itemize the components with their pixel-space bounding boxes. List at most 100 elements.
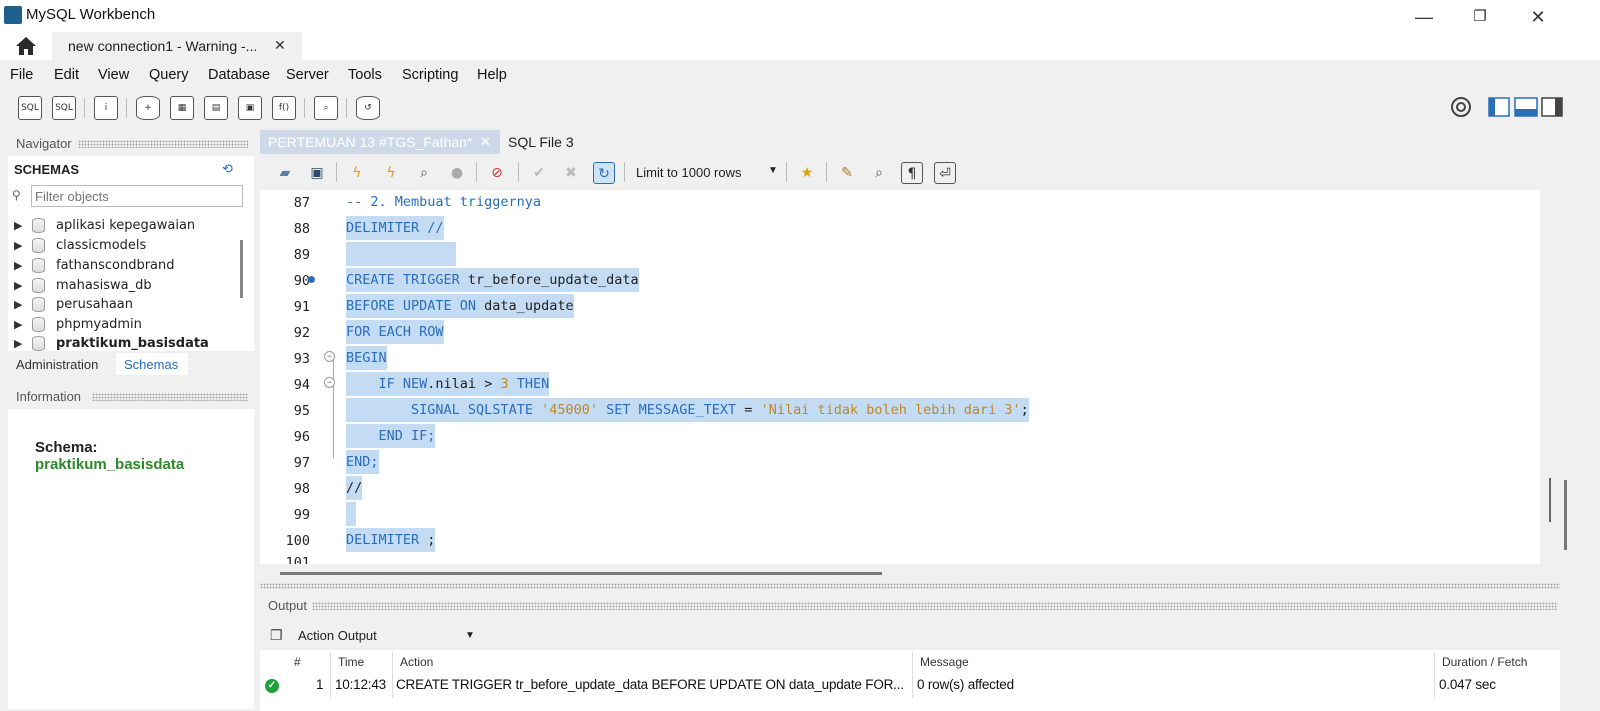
toggle-continue-on-error-icon[interactable]: ⊘ — [486, 162, 508, 184]
horizontal-scroll-thumb[interactable] — [280, 572, 882, 575]
menu-database[interactable]: Database — [208, 67, 270, 83]
code-line[interactable]: DELIMITER ; — [346, 528, 436, 552]
row-time[interactable]: 10:12:43 — [335, 677, 386, 692]
copy-icon[interactable]: ❐ — [270, 627, 283, 644]
editor-scroll-thumb[interactable] — [1549, 478, 1551, 522]
rollback-icon[interactable]: ✖ — [560, 162, 582, 184]
create-function-icon[interactable]: f() — [272, 96, 296, 120]
inspector-icon[interactable]: i — [94, 96, 118, 120]
code-line[interactable]: -- 2. Membuat triggernya — [346, 190, 541, 214]
expand-arrow-icon[interactable]: ▶ — [14, 337, 22, 350]
beautify-icon[interactable]: ✎ — [836, 162, 858, 184]
menu-help[interactable]: Help — [477, 67, 507, 83]
expand-arrow-icon[interactable]: ▶ — [14, 279, 22, 292]
toggle-output-icon[interactable] — [1514, 96, 1538, 118]
schema-item-aplikasi-kepegawaian[interactable]: ▶ aplikasi kepegawaian — [14, 217, 240, 237]
menu-edit[interactable]: Edit — [54, 67, 79, 83]
settings-icon[interactable] — [1450, 96, 1472, 118]
fold-toggle-icon[interactable]: − — [324, 351, 335, 362]
menu-scripting[interactable]: Scripting — [402, 67, 458, 83]
execute-icon[interactable]: ϟ — [346, 162, 368, 184]
schema-item-phpmyadmin[interactable]: ▶ phpmyadmin — [14, 316, 240, 336]
navigator-grip[interactable] — [78, 140, 248, 148]
minimize-button[interactable]: — — [1404, 4, 1444, 30]
row-message[interactable]: 0 row(s) affected — [917, 677, 1014, 692]
toggle-secondary-sidebar-icon[interactable] — [1541, 96, 1563, 118]
menu-server[interactable]: Server — [286, 67, 329, 83]
word-wrap-icon[interactable]: ⏎ — [934, 162, 956, 184]
create-table-icon[interactable]: ▦ — [170, 96, 194, 120]
schema-item-fathanscondbrand[interactable]: ▶ fathanscondbrand — [14, 257, 240, 277]
column-divider[interactable] — [912, 652, 913, 698]
panel-scroll-thumb[interactable] — [1564, 480, 1567, 550]
schemas-scrollbar[interactable] — [240, 240, 243, 298]
close-window-button[interactable]: ✕ — [1518, 4, 1558, 30]
code-line[interactable]: SIGNAL SQLSTATE '45000' SET MESSAGE_TEXT… — [346, 398, 1029, 422]
create-view-icon[interactable]: ▤ — [204, 96, 228, 120]
limit-rows-select[interactable]: Limit to 1000 rows — [636, 165, 742, 180]
menu-view[interactable]: View — [98, 67, 129, 83]
save-icon[interactable]: ▣ — [306, 162, 328, 184]
menu-file[interactable]: File — [10, 67, 33, 83]
create-procedure-icon[interactable]: ▣ — [238, 96, 262, 120]
code-line[interactable]: DELIMITER // — [346, 216, 444, 240]
code-line[interactable]: IF NEW.nilai > 3 THEN — [346, 372, 550, 396]
row-number[interactable]: 1 — [316, 677, 324, 692]
column-header-message[interactable]: Message — [920, 655, 969, 669]
autocommit-icon[interactable]: ↻ — [593, 162, 615, 184]
row-duration[interactable]: 0.047 sec — [1439, 677, 1496, 692]
column-divider[interactable] — [392, 652, 393, 698]
fold-toggle-icon[interactable]: − — [324, 377, 335, 388]
add-snippet-icon[interactable]: ★ — [796, 162, 818, 184]
find-icon[interactable]: ⌕ — [868, 162, 890, 184]
schema-item-classicmodels[interactable]: ▶ classicmodels — [14, 237, 240, 257]
tab-administration-label[interactable]: Administration — [16, 357, 98, 372]
expand-arrow-icon[interactable]: ▶ — [14, 239, 22, 252]
execute-current-icon[interactable]: ϟ — [380, 162, 402, 184]
new-sql-tab-icon[interactable]: SQL — [18, 96, 42, 120]
schema-item-praktikum-basisdata[interactable]: ▶ praktikum_basisdata — [14, 335, 240, 355]
open-folder-icon[interactable]: ▰ — [274, 162, 296, 184]
expand-arrow-icon[interactable]: ▶ — [14, 219, 22, 232]
filter-objects-input[interactable] — [35, 187, 235, 205]
column-header-time[interactable]: Time — [338, 655, 364, 669]
code-line[interactable]: // — [346, 476, 363, 500]
column-divider[interactable] — [330, 652, 331, 698]
code-line[interactable]: BEFORE UPDATE ON data_update — [346, 294, 574, 318]
close-tab-icon[interactable]: ✕ — [480, 134, 491, 150]
create-schema-icon[interactable]: + — [136, 96, 160, 120]
code-line[interactable]: END IF; — [346, 424, 436, 448]
chevron-down-icon[interactable]: ▼ — [768, 165, 778, 176]
code-line[interactable] — [346, 242, 456, 266]
code-line[interactable] — [346, 502, 356, 526]
schema-item-mahasiswa-db[interactable]: ▶ mahasiswa_db — [14, 277, 240, 297]
row-action[interactable]: CREATE TRIGGER tr_before_update_data BEF… — [396, 677, 904, 692]
tab-schemas-label[interactable]: Schemas — [124, 357, 178, 372]
column-divider[interactable] — [1434, 652, 1435, 698]
expand-arrow-icon[interactable]: ▶ — [14, 259, 22, 272]
expand-arrow-icon[interactable]: ▶ — [14, 298, 22, 311]
commit-icon[interactable]: ✔ — [528, 162, 550, 184]
tab-sql-file-3[interactable]: SQL File 3 — [508, 134, 574, 150]
invisible-chars-icon[interactable]: ¶ — [901, 162, 923, 184]
menu-tools[interactable]: Tools — [348, 67, 382, 83]
toggle-sidebar-icon[interactable] — [1488, 96, 1510, 118]
column-header-number[interactable]: # — [294, 655, 301, 669]
search-table-data-icon[interactable]: ⌕ — [314, 96, 338, 120]
reconnect-icon[interactable]: ↺ — [356, 96, 380, 120]
close-tab-icon[interactable]: ✕ — [274, 37, 286, 54]
chevron-down-icon[interactable]: ▼ — [465, 630, 475, 641]
refresh-schemas-icon[interactable]: ⟲ — [222, 161, 233, 177]
column-header-action[interactable]: Action — [400, 655, 433, 669]
open-sql-script-icon[interactable]: SQL — [52, 96, 76, 120]
menu-query[interactable]: Query — [149, 67, 189, 83]
code-line[interactable]: BEGIN — [346, 346, 387, 370]
column-header-duration[interactable]: Duration / Fetch — [1442, 655, 1527, 669]
output-grip[interactable] — [312, 602, 1558, 610]
home-button[interactable] — [14, 35, 38, 57]
explain-icon[interactable]: ⌕ — [413, 162, 435, 184]
output-type-select[interactable]: Action Output — [298, 628, 377, 643]
code-line[interactable]: FOR EACH ROW — [346, 320, 444, 344]
stop-icon[interactable]: ● — [446, 162, 468, 184]
restore-button[interactable]: ❐ — [1460, 4, 1500, 30]
